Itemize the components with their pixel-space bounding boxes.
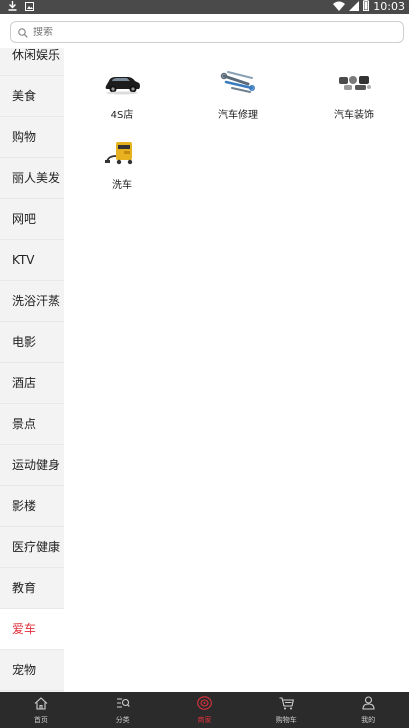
cart-icon (279, 695, 294, 714)
category-sidebar: 休闲娱乐 美食 购物 丽人美发 网吧 KTV 洗浴汗蒸 电影 酒店 景点 运动健… (0, 48, 64, 692)
subcategory-panel: 4S店 汽车修理 汽车装饰 洗车 (64, 48, 409, 692)
car-repair-tools-icon (218, 66, 258, 98)
car-wash-icon (102, 136, 142, 168)
search-input[interactable] (33, 26, 373, 38)
tab-category[interactable]: 分类 (82, 692, 164, 728)
battery-icon (363, 0, 370, 14)
merchant-icon (197, 695, 212, 714)
tab-label: 我的 (361, 716, 376, 724)
search-icon (18, 23, 28, 42)
bottom-tab-bar: 首页 分类 商家 购物车 我的 (0, 692, 409, 728)
sidebar-item-beauty[interactable]: 丽人美发 (0, 158, 64, 199)
signal-icon (349, 0, 360, 14)
tab-label: 购物车 (275, 716, 297, 724)
search-bar (0, 14, 409, 48)
category-label: 汽车修理 (218, 110, 258, 121)
tab-merchant[interactable]: 商家 (164, 692, 246, 728)
status-bar: 10:03 (0, 0, 409, 14)
tab-label: 首页 (33, 716, 48, 724)
category-car-wash[interactable]: 洗车 (72, 136, 172, 191)
image-notification-icon (25, 1, 34, 14)
home-icon (34, 695, 48, 714)
sidebar-item-movie[interactable]: 电影 (0, 322, 64, 363)
category-label: 汽车装饰 (334, 110, 374, 121)
sidebar-item-food[interactable]: 美食 (0, 76, 64, 117)
car-icon (102, 66, 142, 98)
sidebar-item-fitness[interactable]: 运动健身 (0, 445, 64, 486)
download-icon (8, 1, 17, 14)
sidebar-item-leisure[interactable]: 休闲娱乐 (0, 48, 64, 76)
category-icon (116, 695, 130, 714)
clock: 10:03 (373, 0, 405, 13)
car-accessories-icon (334, 66, 374, 98)
category-4s-store[interactable]: 4S店 (72, 66, 172, 121)
sidebar-item-shopping[interactable]: 购物 (0, 117, 64, 158)
wifi-icon (333, 1, 346, 14)
tab-profile[interactable]: 我的 (327, 692, 409, 728)
sidebar-item-photo-studio[interactable]: 影楼 (0, 486, 64, 527)
category-car-accessories[interactable]: 汽车装饰 (304, 66, 404, 121)
tab-label: 商家 (197, 716, 212, 724)
category-label: 洗车 (112, 180, 132, 191)
tab-home[interactable]: 首页 (0, 692, 82, 728)
sidebar-item-internet-cafe[interactable]: 网吧 (0, 199, 64, 240)
sidebar-item-bath-sauna[interactable]: 洗浴汗蒸 (0, 281, 64, 322)
tab-label: 分类 (115, 716, 130, 724)
sidebar-item-pet[interactable]: 宠物 (0, 650, 64, 691)
category-label: 4S店 (110, 110, 134, 121)
sidebar-item-car[interactable]: 爱车 (0, 609, 64, 650)
sidebar-item-medical[interactable]: 医疗健康 (0, 527, 64, 568)
category-car-repair[interactable]: 汽车修理 (188, 66, 288, 121)
tab-cart[interactable]: 购物车 (245, 692, 327, 728)
search-box[interactable] (10, 21, 404, 43)
sidebar-item-ktv[interactable]: KTV (0, 240, 64, 281)
user-icon (362, 695, 375, 714)
sidebar-item-scenic[interactable]: 景点 (0, 404, 64, 445)
sidebar-item-hotel[interactable]: 酒店 (0, 363, 64, 404)
sidebar-item-education[interactable]: 教育 (0, 568, 64, 609)
